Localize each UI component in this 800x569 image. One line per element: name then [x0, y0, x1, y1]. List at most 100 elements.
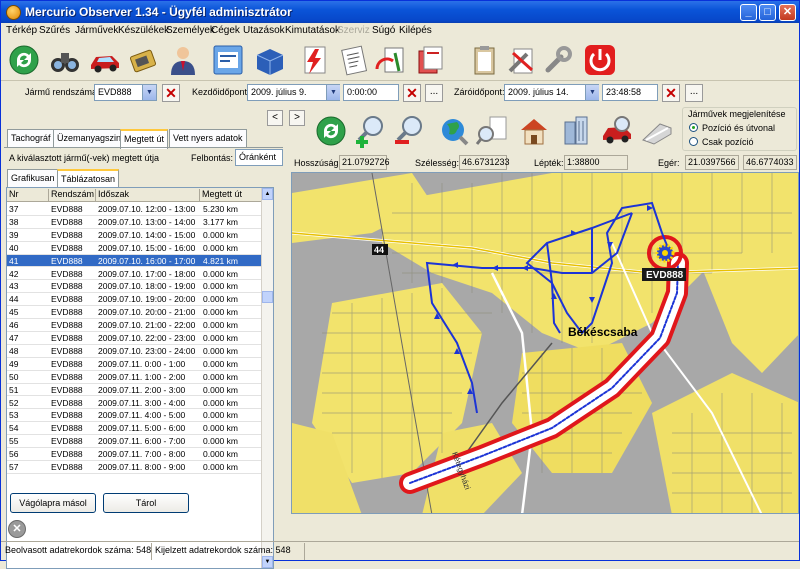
cell-period: 2009.07.10. 19:00 - 20:00	[98, 294, 196, 305]
table-row[interactable]: 55 EVD888 2009.07.11. 6:00 - 7:00 0.000 km	[7, 435, 263, 449]
car-zoom-icon[interactable]	[600, 114, 634, 148]
table-row[interactable]: 48 EVD888 2009.07.10. 23:00 - 24:00 0.000 k…	[7, 345, 263, 358]
refresh-icon[interactable]	[7, 43, 41, 77]
table-row[interactable]: 46 EVD888 2009.07.10. 21:00 - 22:00 0.000 k…	[7, 319, 263, 332]
right-panel: > Járművek megjelenítése Pozíció és útvo…	[287, 105, 799, 515]
persons-icon[interactable]	[166, 43, 200, 77]
vehicles-car-icon[interactable]	[88, 43, 122, 77]
table-row[interactable]: 45 EVD888 2009.07.10. 20:00 - 21:00 0.000 k…	[7, 306, 263, 320]
table-row[interactable]: 42 EVD888 2009.07.10. 17:00 - 18:00 0.000 k…	[7, 268, 263, 281]
table-row[interactable]: 41 EVD888 2009.07.10. 16:00 - 17:00 4.821 k…	[7, 254, 263, 268]
clipboard-icon[interactable]	[467, 43, 501, 77]
cell-distance: 5.230 km	[203, 204, 238, 214]
trips-box-icon[interactable]	[253, 43, 287, 77]
exit-power-icon[interactable]	[583, 43, 617, 77]
table-row[interactable]: 54 EVD888 2009.07.11. 5:00 - 6:00 0.000 km	[7, 422, 263, 436]
scroll-left-button[interactable]: <	[267, 110, 283, 126]
table-row[interactable]: 49 EVD888 2009.07.11. 0:00 - 1:00 0.000 km	[7, 358, 263, 371]
start-time-field[interactable]: 0:00:00	[343, 84, 399, 101]
col-nr[interactable]: Nr	[7, 189, 49, 202]
start-date-dropdown-icon[interactable]: ▼	[326, 85, 340, 100]
vehicle-marker-icon[interactable]	[655, 243, 675, 263]
menu-jarmuvek[interactable]: Járművek	[75, 25, 118, 36]
binoculars-icon[interactable]	[48, 43, 82, 77]
scroll-right-button[interactable]: >	[289, 110, 305, 126]
menu-szemelyek[interactable]: Személyek	[166, 25, 215, 36]
table-row[interactable]: 50 EVD888 2009.07.11. 1:00 - 2:00 0.000 km	[7, 371, 263, 384]
col-plate[interactable]: Rendszám	[49, 189, 96, 202]
globe-search-icon[interactable]	[437, 114, 471, 148]
radio-position-only[interactable]	[689, 137, 698, 146]
tab-raw-data[interactable]: Vett nyers adatok	[169, 129, 247, 147]
menu-kimutatasok[interactable]: Kimutatások	[285, 25, 340, 36]
table-row[interactable]: 56 EVD888 2009.07.11. 7:00 - 8:00 0.000 km	[7, 448, 263, 461]
table-row[interactable]: 47 EVD888 2009.07.10. 22:00 - 23:00 0.000 k…	[7, 332, 263, 345]
cell-period: 2009.07.10. 12:00 - 13:00	[98, 204, 196, 214]
house-zoom-icon[interactable]	[517, 114, 551, 148]
table-row[interactable]: 51 EVD888 2009.07.11. 2:00 - 3:00 0.000 km	[7, 384, 263, 397]
maximize-button[interactable]: □	[759, 4, 776, 21]
zoom-in-icon[interactable]	[353, 114, 387, 148]
house-search-icon[interactable]	[475, 114, 509, 148]
tab-tachograph[interactable]: Tachográf	[7, 129, 55, 147]
save-button[interactable]: Tárol	[103, 493, 189, 513]
menu-sugo[interactable]: Súgó	[372, 25, 395, 36]
documents-red-icon[interactable]	[413, 43, 447, 77]
subtab-graphical[interactable]: Grafikusan	[7, 169, 59, 187]
document-list-icon[interactable]	[337, 43, 371, 77]
table-row[interactable]: 43 EVD888 2009.07.10. 18:00 - 19:00 0.000 k…	[7, 280, 263, 294]
menu-cegek[interactable]: Cégek	[211, 25, 240, 36]
table-row[interactable]: 37 EVD888 2009.07.10. 12:00 - 13:00 5.230 k…	[7, 203, 263, 216]
subtab-tabular[interactable]: Táblázatosan	[57, 169, 120, 189]
radio-position-route[interactable]	[689, 123, 698, 132]
cell-nr: 41	[9, 255, 19, 266]
companies-icon[interactable]	[211, 43, 245, 77]
zoom-out-icon[interactable]	[392, 114, 426, 148]
resolution-select[interactable]: Óránként	[235, 149, 283, 166]
table-scrollbar[interactable]: ▲ ▼	[261, 188, 273, 568]
table-row[interactable]: 57 EVD888 2009.07.11. 8:00 - 9:00 0.000 km	[7, 461, 263, 474]
clear-end-button[interactable]: ✕	[662, 84, 680, 102]
end-time-field[interactable]: 23:48:58	[602, 84, 658, 101]
end-date-dropdown-icon[interactable]: ▼	[585, 85, 599, 100]
table-row[interactable]: 53 EVD888 2009.07.11. 4:00 - 5:00 0.000 km	[7, 409, 263, 423]
cell-nr: 57	[9, 462, 19, 472]
vehicle-dropdown-icon[interactable]: ▼	[142, 85, 156, 100]
menu-szures[interactable]: Szűrés	[39, 25, 70, 36]
devices-chip-icon[interactable]	[126, 43, 160, 77]
menu-terkep[interactable]: Térkép	[6, 25, 37, 36]
table-row[interactable]: 38 EVD888 2009.07.10. 13:00 - 14:00 3.177 k…	[7, 216, 263, 229]
map-refresh-icon[interactable]	[314, 114, 348, 148]
scroll-up-icon[interactable]: ▲	[262, 188, 273, 200]
buildings-zoom-icon[interactable]	[559, 114, 593, 148]
menu-utazasok[interactable]: Utazások	[243, 25, 285, 36]
table-row[interactable]: 52 EVD888 2009.07.11. 3:00 - 4:00 0.000 km	[7, 397, 263, 410]
clear-vehicle-button[interactable]: ✕	[162, 84, 180, 102]
reports-lightning-icon[interactable]	[297, 43, 331, 77]
menu-keszulekek[interactable]: Készülékek	[118, 25, 169, 36]
map-canvas[interactable]: EVD888 Békéscsaba 44 Kétegyházi	[292, 173, 799, 514]
clear-start-button[interactable]: ✕	[403, 84, 421, 102]
minimize-button[interactable]: _	[740, 4, 757, 21]
cancel-operation-icon[interactable]: ✕	[8, 520, 26, 538]
gauge-document-icon[interactable]	[373, 43, 407, 77]
table-row[interactable]: 39 EVD888 2009.07.10. 14:00 - 15:00 0.000 k…	[7, 229, 263, 242]
tab-distance[interactable]: Megtett út	[120, 129, 169, 149]
copy-to-clipboard-button[interactable]: Vágólapra másol	[10, 493, 96, 513]
scroll-thumb[interactable]	[262, 291, 273, 303]
table-row[interactable]: 40 EVD888 2009.07.10. 15:00 - 16:00 0.000 k…	[7, 242, 263, 255]
close-button[interactable]: ✕	[779, 4, 796, 21]
vehicle-route-icon[interactable]	[640, 114, 674, 148]
col-distance[interactable]: Megtett út	[200, 189, 263, 202]
col-period[interactable]: Időszak	[96, 189, 200, 202]
tab-fuel-level[interactable]: Üzemanyagszint	[53, 129, 128, 147]
end-more-button[interactable]: ...	[685, 84, 703, 102]
wrench-icon[interactable]	[541, 43, 575, 77]
cell-plate: EVD888	[51, 397, 83, 408]
scale-label: Lépték:	[534, 158, 564, 168]
tools-icon[interactable]	[505, 43, 539, 77]
start-more-button[interactable]: ...	[425, 84, 443, 102]
map-view[interactable]: EVD888 Békéscsaba 44 Kétegyházi	[291, 172, 799, 514]
menu-kilepes[interactable]: Kilépés	[399, 25, 432, 36]
table-row[interactable]: 44 EVD888 2009.07.10. 19:00 - 20:00 0.000 k…	[7, 293, 263, 307]
